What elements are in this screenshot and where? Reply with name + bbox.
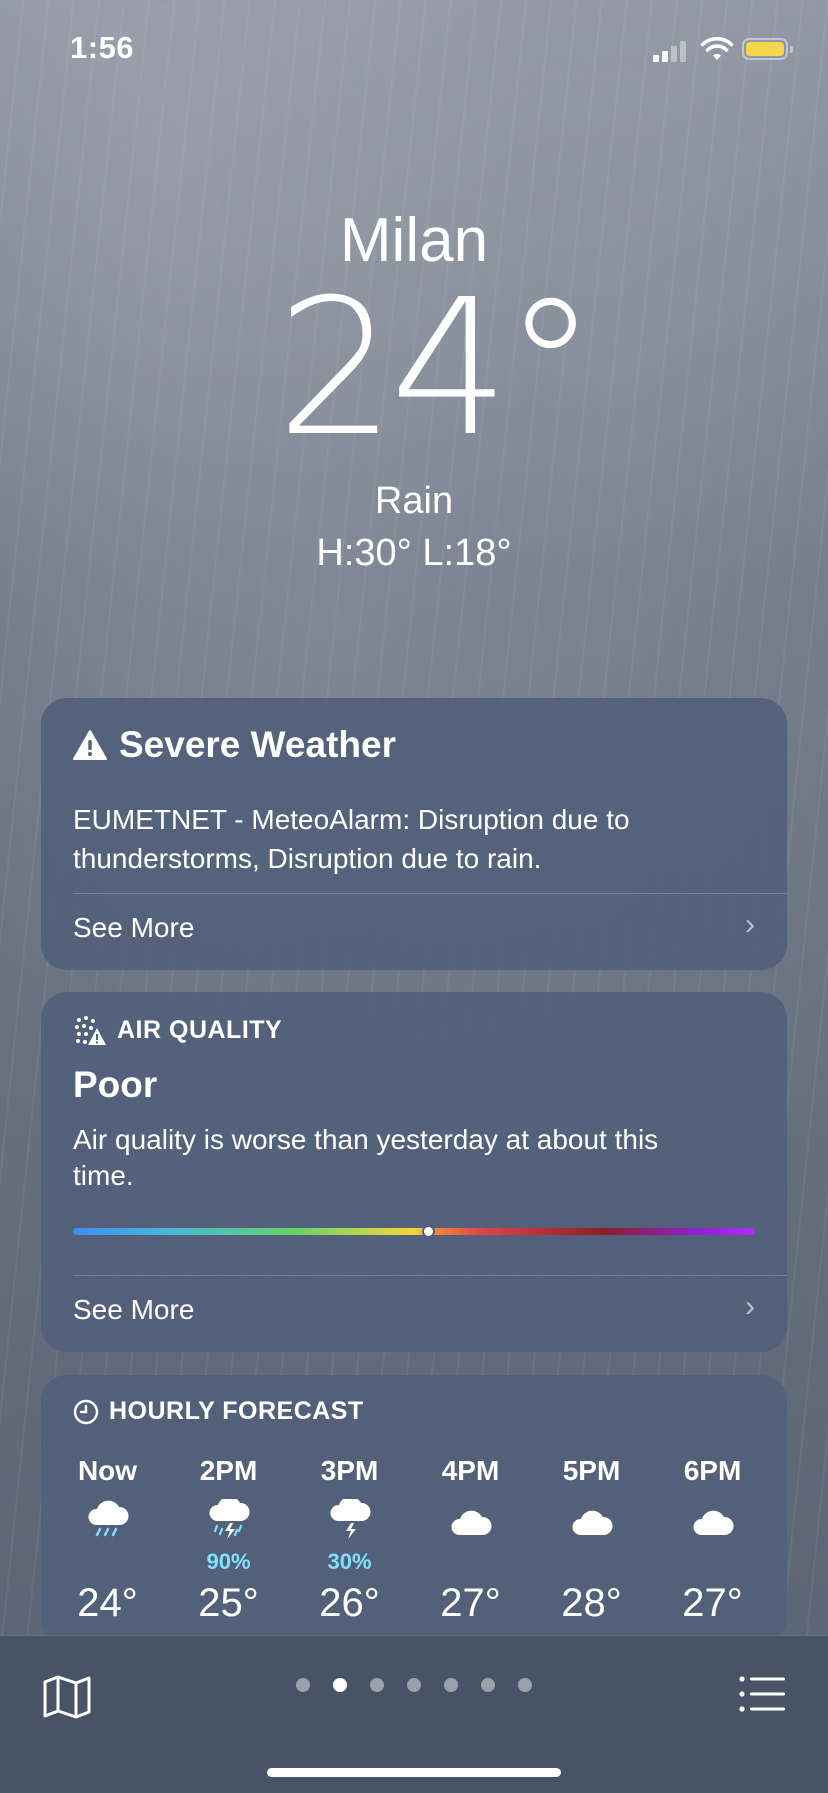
page-indicator[interactable] (0, 1678, 828, 1692)
clock-icon (73, 1399, 99, 1424)
divider (73, 893, 787, 894)
cloud-icon (652, 1499, 773, 1579)
severe-weather-card[interactable]: Severe Weather EUMETNET - MeteoAlarm: Di… (41, 698, 787, 970)
hour-label: 6PM (683, 1455, 742, 1486)
hourly-forecast-card[interactable]: HOURLY FORECAST Now 24° 2PM 90% 25° 3PM 30% 26°… (41, 1375, 787, 1645)
thunderstorm-rain-icon: 90% (168, 1499, 289, 1579)
thunderstorm-icon: 30% (289, 1499, 410, 1579)
hour-temperature: 26° (319, 1581, 380, 1625)
page-dot[interactable] (296, 1678, 310, 1692)
severe-weather-text: EUMETNET - MeteoAlarm: Disruption due to… (73, 804, 630, 874)
hour-item: 3PM 30% 26° (289, 1455, 410, 1626)
page-dot[interactable] (518, 1678, 532, 1692)
air-quality-scale-bar (73, 1228, 755, 1235)
hour-label: 5PM (562, 1455, 621, 1486)
page-dot[interactable] (481, 1678, 495, 1692)
hour-label: 3PM (320, 1455, 379, 1486)
air-quality-card[interactable]: AIR QUALITY Poor Air quality is worse th… (41, 992, 787, 1352)
hour-item: 5PM 28° (531, 1455, 652, 1626)
hour-label: Now (77, 1455, 138, 1486)
severe-weather-see-more[interactable]: See More (73, 912, 194, 944)
hour-label: 4PM (441, 1455, 500, 1486)
hourly-forecast-label: HOURLY FORECAST (109, 1397, 364, 1425)
current-condition: Rain (374, 480, 454, 522)
warning-icon (73, 730, 107, 760)
list-icon[interactable] (738, 1674, 786, 1714)
page-dot[interactable] (333, 1678, 347, 1692)
battery-icon (742, 38, 793, 60)
hour-temperature: 27° (682, 1581, 743, 1625)
cloud-icon (531, 1499, 652, 1579)
chevron-right-icon: › (745, 1290, 755, 1323)
severe-weather-title: Severe Weather (119, 724, 396, 765)
high-low-temperature: H:30° L:18° (316, 532, 512, 574)
precipitation-chance: 30% (327, 1549, 372, 1574)
hour-item: 6PM 27° (652, 1455, 773, 1626)
page-dot[interactable] (370, 1678, 384, 1692)
air-quality-value: Poor (73, 1064, 158, 1105)
status-bar: 1:56 (0, 0, 828, 100)
air-quality-indicator (421, 1225, 435, 1238)
hour-temperature: 24° (77, 1581, 138, 1625)
hour-temperature: 28° (561, 1581, 622, 1625)
hour-label: 2PM (199, 1455, 258, 1486)
precipitation-chance: 90% (206, 1549, 251, 1574)
air-quality-label: AIR QUALITY (117, 1015, 283, 1044)
page-dot[interactable] (444, 1678, 458, 1692)
cloud-icon (410, 1499, 531, 1579)
hour-item: 4PM 27° (410, 1455, 531, 1626)
wifi-icon (700, 36, 734, 60)
status-time: 1:56 (70, 30, 135, 65)
divider (73, 1275, 787, 1276)
hour-temperature: 27° (440, 1581, 501, 1625)
hour-item: Now 24° (47, 1455, 168, 1626)
hour-item: 2PM 90% 25° (168, 1455, 289, 1626)
rain-cloud-icon (47, 1499, 168, 1579)
severe-weather-heading: Severe Weather (73, 724, 396, 766)
hourly-forecast-heading: HOURLY FORECAST (73, 1397, 364, 1426)
air-quality-icon (75, 1016, 106, 1045)
current-temperature: 24° (276, 259, 597, 478)
cellular-signal-icon (653, 40, 689, 62)
home-indicator[interactable] (267, 1768, 561, 1777)
page-dot[interactable] (407, 1678, 421, 1692)
air-quality-text: Air quality is worse than yesterday at a… (73, 1124, 659, 1191)
hourly-list[interactable]: Now 24° 2PM 90% 25° 3PM 30% 26° 4PM 27° 5PM 28° 6PM 2… (41, 1455, 787, 1626)
air-quality-see-more[interactable]: See More (73, 1294, 194, 1326)
chevron-right-icon: › (745, 908, 755, 941)
hour-temperature: 25° (198, 1581, 259, 1625)
air-quality-heading: AIR QUALITY (73, 1014, 282, 1046)
